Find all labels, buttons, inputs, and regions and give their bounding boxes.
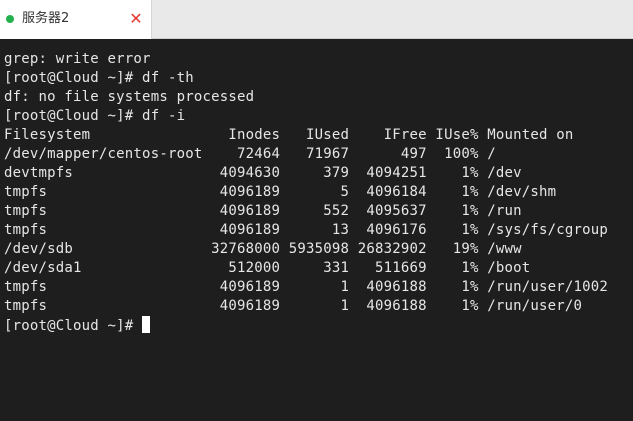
close-icon[interactable]: ✕ (127, 10, 145, 28)
terminal-line: [root@Cloud ~]# df -i (4, 108, 186, 124)
terminal-line: tmpfs 4096189 552 4095637 1% /run (4, 203, 522, 219)
terminal-line: tmpfs 4096189 1 4096188 1% /run/user/0 (4, 298, 583, 314)
terminal-line: /dev/sdb 32768000 5935098 26832902 19% /… (4, 241, 522, 257)
tab-title: 服务器2 (22, 11, 70, 26)
tab-server2[interactable]: 服务器2 ✕ (0, 0, 152, 39)
terminal-line: grep: write error (4, 51, 151, 67)
terminal-output[interactable]: grep: write error [root@Cloud ~]# df -th d… (0, 39, 633, 421)
terminal-line: df: no file systems processed (4, 89, 255, 105)
shell-prompt: [root@Cloud ~]# (4, 318, 143, 334)
terminal-line: devtmpfs 4094630 379 4094251 1% /dev (4, 165, 522, 181)
cursor-icon (142, 316, 151, 333)
tab-bar: 服务器2 ✕ (0, 0, 633, 39)
connection-status-icon (6, 15, 14, 23)
terminal-line: Filesystem Inodes IUsed IFree IUse% Moun… (4, 127, 574, 143)
terminal-line: tmpfs 4096189 13 4096176 1% /sys/fs/cgro… (4, 222, 609, 238)
terminal-line: tmpfs 4096189 1 4096188 1% /run/user/100… (4, 279, 609, 295)
terminal-lines: grep: write error [root@Cloud ~]# df -th d… (4, 50, 608, 335)
terminal-line: /dev/mapper/centos-root 72464 71967 497 … (4, 146, 496, 162)
terminal-line: [root@Cloud ~]# df -th (4, 70, 194, 86)
terminal-line: /dev/sda1 512000 331 511669 1% /boot (4, 260, 531, 276)
terminal-line: tmpfs 4096189 5 4096184 1% /dev/shm (4, 184, 557, 200)
terminal-prompt-line[interactable]: [root@Cloud ~]# (4, 316, 608, 335)
